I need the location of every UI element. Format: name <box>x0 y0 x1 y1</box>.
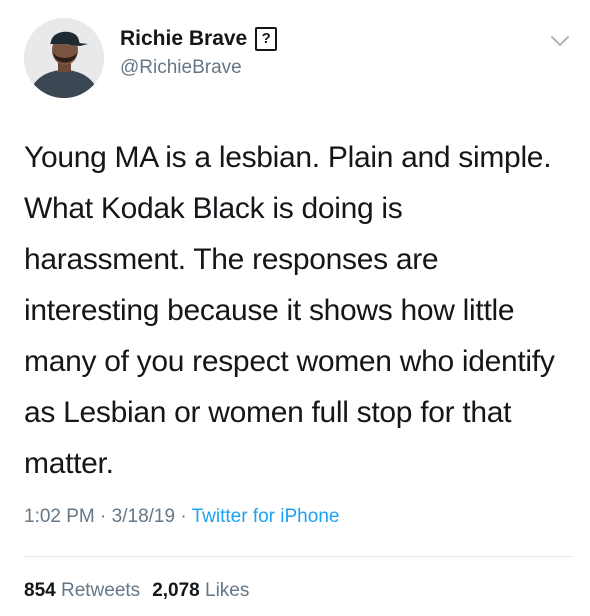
likes-label: Likes <box>205 580 250 601</box>
meta-separator: · <box>175 506 192 527</box>
tweet-stats: 854 Retweets 2,078 Likes <box>24 578 249 604</box>
chevron-down-icon[interactable] <box>549 30 571 52</box>
author-handle[interactable]: @RichieBrave <box>120 56 242 80</box>
retweets-count: 854 <box>24 580 56 601</box>
retweets-stat[interactable]: 854 Retweets <box>24 580 140 601</box>
tweet-meta: 1:02 PM · 3/18/19 · Twitter for iPhone <box>24 504 339 530</box>
avatar-photo <box>24 18 104 98</box>
divider <box>24 556 572 557</box>
tweet-text: Young MA is a lesbian. Plain and simple.… <box>24 141 555 480</box>
tweet-source-link[interactable]: Twitter for iPhone <box>192 506 340 527</box>
author-name-row[interactable]: Richie Brave ? <box>120 27 278 51</box>
tweet-date[interactable]: 3/18/19 <box>112 506 175 527</box>
tweet-time[interactable]: 1:02 PM <box>24 506 95 527</box>
placeholder-badge-icon: ? <box>255 27 278 51</box>
retweets-label: Retweets <box>60 580 141 601</box>
tweet-card: Richie Brave ? @RichieBrave Young MA is … <box>0 0 590 616</box>
likes-stat[interactable]: 2,078 Likes <box>152 580 249 601</box>
avatar[interactable] <box>24 18 104 98</box>
display-name[interactable]: Richie Brave <box>120 27 247 51</box>
likes-count: 2,078 <box>152 580 200 601</box>
meta-separator: · <box>94 506 112 527</box>
